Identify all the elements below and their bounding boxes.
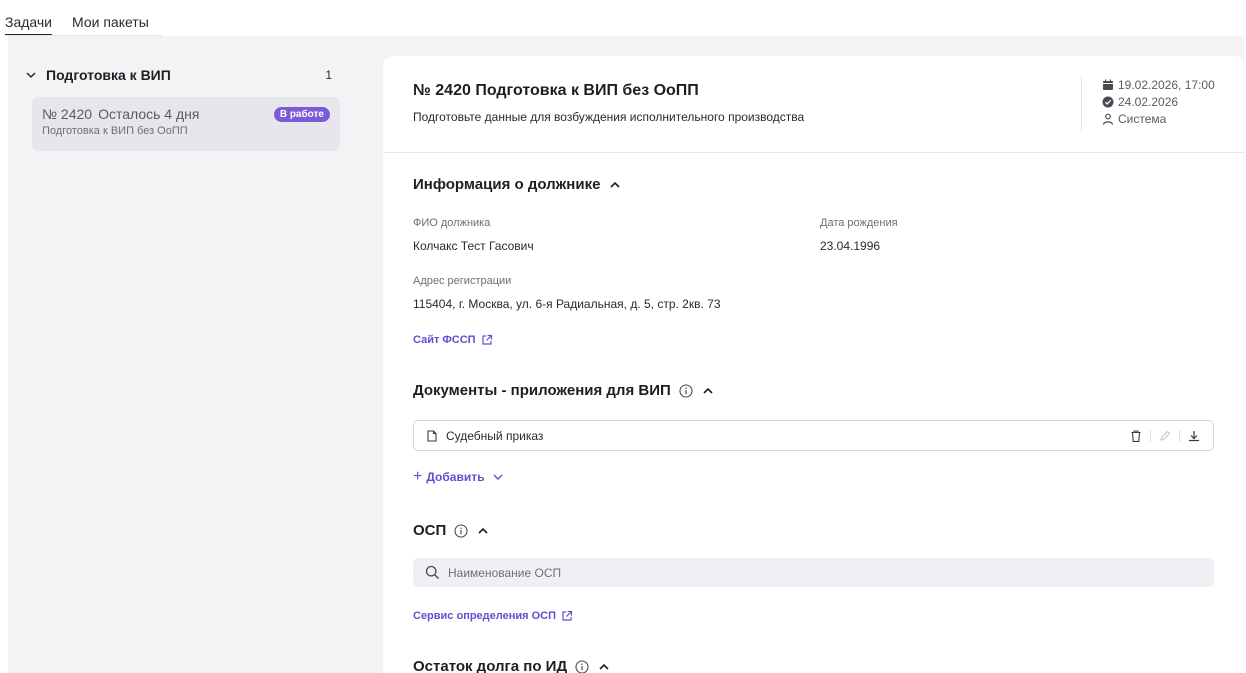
task-group-title: Подготовка к ВИП — [46, 67, 171, 83]
chevron-up-icon — [703, 387, 713, 394]
fssp-site-link-label: Сайт ФССП — [413, 334, 476, 346]
fssp-site-link[interactable]: Сайт ФССП — [413, 334, 493, 346]
debt-section-label: Остаток долга по ИД — [413, 658, 568, 673]
info-icon[interactable] — [679, 383, 693, 398]
search-icon — [425, 565, 439, 579]
fio-value: Колчакс Тест Гасович — [413, 239, 534, 253]
task-header: № 2420 Подготовка к ВИП без ОоПП Подгото… — [383, 56, 1245, 153]
file-icon — [427, 429, 437, 442]
fio-label: ФИО должника — [413, 217, 491, 229]
birth-label: Дата рождения — [820, 217, 898, 229]
calendar-icon — [1103, 79, 1113, 90]
chevron-up-icon — [599, 663, 609, 670]
user-icon — [1102, 113, 1114, 125]
task-author: Система — [1118, 111, 1167, 126]
osp-search-field[interactable] — [413, 558, 1214, 587]
external-link-icon — [562, 610, 573, 621]
address-label: Адрес регистрации — [413, 275, 512, 287]
documents-section-label: Документы - приложения для ВИП — [413, 382, 671, 399]
divider — [1150, 429, 1151, 442]
task-remaining: Осталось 4 дня — [98, 106, 200, 122]
deadline-date: 24.02.2026 — [1118, 94, 1179, 109]
chevron-down-icon — [26, 72, 36, 79]
info-icon[interactable] — [575, 659, 589, 673]
task-detail-panel: № 2420 Подготовка к ВИП без ОоПП Подгото… — [383, 56, 1245, 673]
documents-section-title[interactable]: Документы - приложения для ВИП — [413, 382, 715, 399]
debtor-section-title[interactable]: Информация о должнике — [413, 176, 622, 193]
trash-icon[interactable] — [1129, 429, 1143, 443]
birth-value: 23.04.1996 — [820, 239, 881, 253]
chevron-up-icon — [610, 181, 621, 188]
osp-search-input[interactable] — [448, 565, 1148, 580]
task-subtitle: Подготовка к ВИП без ОоПП — [42, 125, 188, 137]
debtor-section-label: Информация о должнике — [413, 176, 601, 193]
divider — [1179, 429, 1180, 442]
document-actions — [1129, 429, 1201, 443]
osp-section-title[interactable]: ОСП — [413, 522, 490, 539]
tab-tasks[interactable]: Задачи — [5, 12, 53, 36]
task-card[interactable]: № 2420 Осталось 4 дня В работе Подготовк… — [32, 97, 340, 151]
osp-service-link-label: Сервис определения ОСП — [413, 610, 557, 622]
document-item[interactable]: Судебный приказ — [413, 420, 1214, 451]
check-circle-icon — [1102, 96, 1114, 107]
chevron-down-icon — [493, 474, 503, 480]
add-document-label: Добавить — [426, 470, 485, 484]
task-group-header[interactable]: Подготовка к ВИП 1 — [24, 67, 340, 83]
document-name: Судебный приказ — [446, 428, 544, 443]
task-group-count: 1 — [325, 68, 332, 82]
page-title: № 2420 Подготовка к ВИП без ОоПП — [413, 82, 699, 99]
pencil-icon[interactable] — [1158, 429, 1172, 443]
created-date: 19.02.2026, 17:00 — [1118, 77, 1215, 92]
address-value: 115404, г. Москва, ул. 6-я Радиальная, д… — [413, 297, 721, 311]
task-description: Подготовьте данные для возбуждения испол… — [413, 110, 805, 124]
download-icon[interactable] — [1187, 429, 1201, 443]
osp-section-label: ОСП — [413, 522, 447, 539]
debt-section-title[interactable]: Остаток долга по ИД — [413, 658, 611, 673]
status-badge: В работе — [273, 106, 330, 122]
tab-my-packages[interactable]: Мои пакеты — [72, 12, 149, 36]
chevron-up-icon — [478, 527, 488, 534]
info-icon[interactable] — [454, 523, 468, 538]
add-document-button[interactable]: + Добавить — [413, 468, 504, 485]
task-meta: 19.02.2026, 17:00 24.02.2026 Система — [1081, 76, 1215, 132]
top-tabs: Задачи Мои пакеты — [5, 12, 169, 36]
osp-service-link[interactable]: Сервис определения ОСП — [413, 610, 573, 622]
external-link-icon — [481, 334, 492, 345]
plus-icon: + — [413, 468, 423, 485]
task-number: № 2420 — [42, 106, 93, 122]
